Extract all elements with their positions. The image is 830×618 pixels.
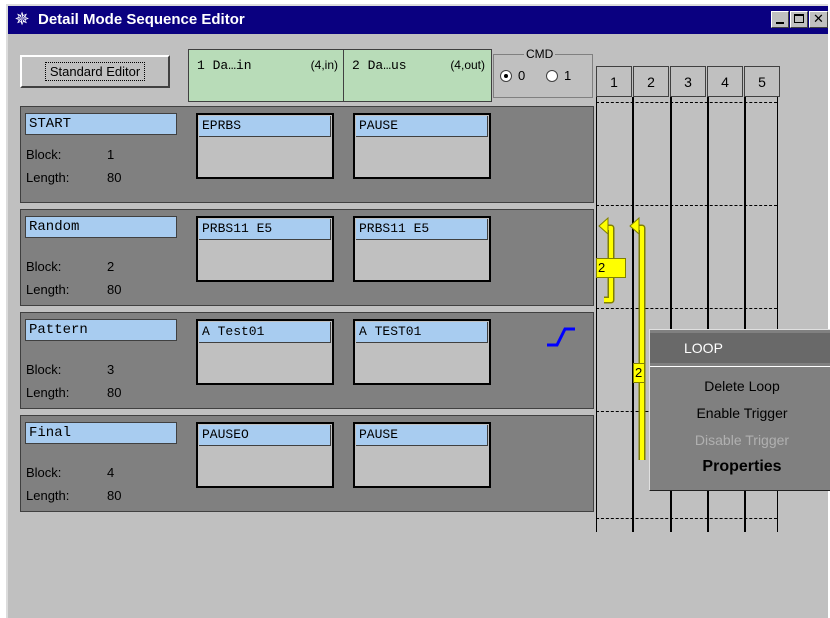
context-menu-header: LOOP <box>650 333 830 363</box>
block-row-final[interactable]: Final Block: 4 Length: 80 PAUSEO PAUSE <box>20 415 594 512</box>
segment-label: A TEST01 <box>356 322 488 343</box>
block-number-value: 4 <box>107 465 115 480</box>
block-length-value: 80 <box>107 282 122 297</box>
segment-slot[interactable]: A Test01 <box>196 319 334 385</box>
block-number-label: Block: <box>26 259 62 274</box>
menu-separator <box>650 366 830 367</box>
block-length-label: Length: <box>26 488 70 503</box>
cmd-radio-1-label: 1 <box>564 68 572 83</box>
segment-label: PAUSE <box>356 425 488 446</box>
block-length-value: 80 <box>107 488 122 503</box>
block-number-label: Block: <box>26 147 62 162</box>
block-row-pattern[interactable]: Pattern Block: 3 Length: 80 A Test01 A T… <box>20 312 594 409</box>
block-row-start[interactable]: START Block: 1 Length: 80 EPRBS PAUSE <box>20 106 594 203</box>
loop-context-menu: LOOP Delete Loop Enable Trigger Disable … <box>649 329 830 491</box>
segment-slot[interactable]: PRBS11 E5 <box>196 216 334 282</box>
block-name[interactable]: START <box>25 113 177 135</box>
cmd-radio-0-label: 0 <box>518 68 526 83</box>
port-1-box[interactable]: 1 Da…in (4,in) <box>188 49 345 102</box>
port-2-name: 2 Da…us <box>352 58 407 73</box>
segment-slot[interactable]: PAUSEO <box>196 422 334 488</box>
loop-arrow-head-icon <box>598 216 609 236</box>
menu-item-delete-loop[interactable]: Delete Loop <box>650 378 830 394</box>
port-1-io: (4,in) <box>310 58 338 72</box>
block-length-label: Length: <box>26 282 70 297</box>
block-row-random[interactable]: Random Block: 2 Length: 80 PRBS11 E5 PRB… <box>20 209 594 306</box>
block-number-value: 2 <box>107 259 115 274</box>
cmd-radio-1[interactable] <box>546 70 558 82</box>
window-title: Detail Mode Sequence Editor <box>38 11 245 28</box>
loop-count-label[interactable]: 2 <box>596 258 626 278</box>
app-star-icon[interactable]: ✵ <box>12 10 32 30</box>
block-number-value: 1 <box>107 147 115 162</box>
block-length-label: Length: <box>26 170 70 185</box>
segment-label: A Test01 <box>199 322 331 343</box>
trigger-edge-icon[interactable] <box>545 325 577 349</box>
port-1-name: 1 Da…in <box>197 58 252 73</box>
loop-count-label[interactable]: 2 <box>633 363 645 383</box>
segment-slot[interactable]: PAUSE <box>353 422 491 488</box>
block-name[interactable]: Random <box>25 216 177 238</box>
segment-slot[interactable]: A TEST01 <box>353 319 491 385</box>
block-length-value: 80 <box>107 170 122 185</box>
standard-editor-button[interactable]: Standard Editor <box>20 55 170 88</box>
segment-slot[interactable]: PAUSE <box>353 113 491 179</box>
segment-slot[interactable]: EPRBS <box>196 113 334 179</box>
loop-arrow-head-icon <box>629 216 640 236</box>
segment-label: PRBS11 E5 <box>356 219 488 240</box>
block-name[interactable]: Pattern <box>25 319 177 341</box>
block-length-value: 80 <box>107 385 122 400</box>
cmd-radio-0[interactable] <box>500 70 512 82</box>
block-length-label: Length: <box>26 385 70 400</box>
port-2-io: (4,out) <box>450 58 485 72</box>
segment-slot[interactable]: PRBS11 E5 <box>353 216 491 282</box>
segment-label: PRBS11 E5 <box>199 219 331 240</box>
block-number-value: 3 <box>107 362 115 377</box>
port-2-box[interactable]: 2 Da…us (4,out) <box>343 49 492 102</box>
menu-item-enable-trigger[interactable]: Enable Trigger <box>650 405 830 421</box>
sequence-editor-window: ✵ Detail Mode Sequence Editor ✕ Standard… <box>6 4 830 618</box>
maximize-icon[interactable] <box>790 11 808 28</box>
minimize-icon[interactable] <box>771 11 789 28</box>
title-bar[interactable]: ✵ Detail Mode Sequence Editor ✕ <box>8 6 828 34</box>
block-number-label: Block: <box>26 362 62 377</box>
segment-label: EPRBS <box>199 116 331 137</box>
standard-editor-label: Standard Editor <box>44 62 146 81</box>
cmd-title: CMD <box>524 47 556 61</box>
cmd-group: CMD 0 1 <box>493 47 593 98</box>
segment-label: PAUSEO <box>199 425 331 446</box>
block-name[interactable]: Final <box>25 422 177 444</box>
segment-label: PAUSE <box>356 116 488 137</box>
menu-item-properties[interactable]: Properties <box>650 458 830 476</box>
close-icon[interactable]: ✕ <box>809 11 828 28</box>
block-number-label: Block: <box>26 465 62 480</box>
menu-item-disable-trigger: Disable Trigger <box>694 432 790 448</box>
